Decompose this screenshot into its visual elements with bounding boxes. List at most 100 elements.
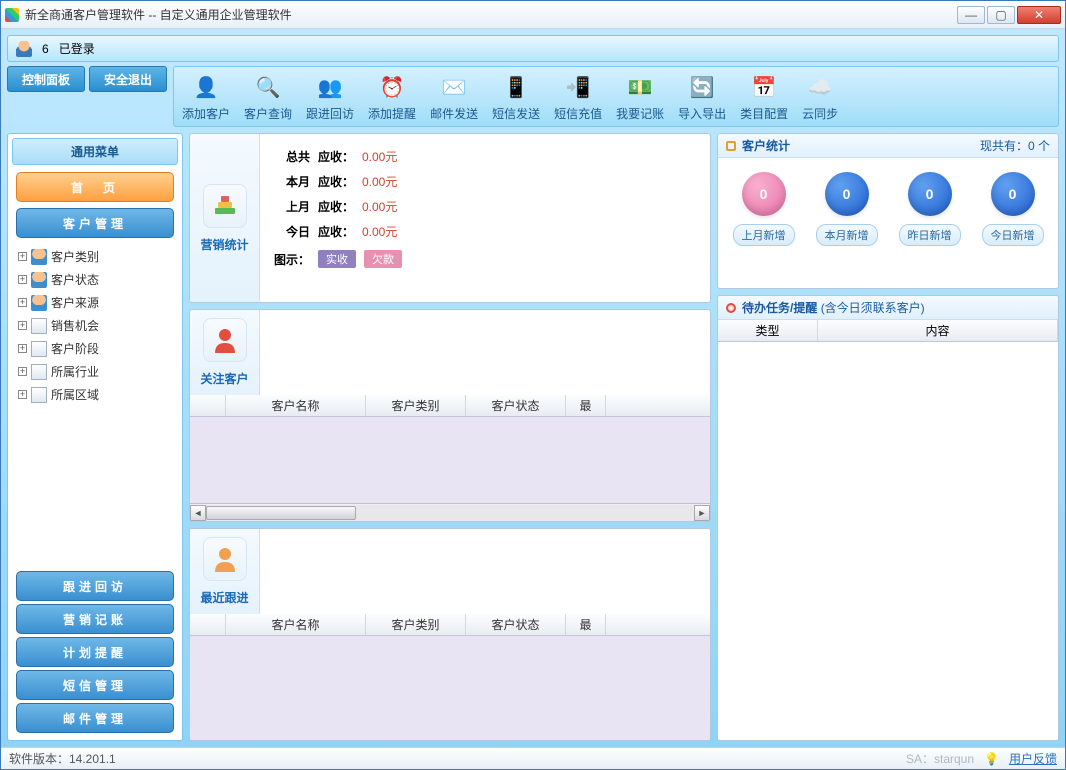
table-col-header[interactable]: 最 xyxy=(566,614,606,635)
login-count: 6 xyxy=(42,42,49,56)
recent-followup-icon xyxy=(203,537,247,581)
table-col-header[interactable]: 最 xyxy=(566,395,606,416)
recent-followup-panel: 最近跟进 客户名称客户类别客户状态最 xyxy=(189,528,711,741)
sidebar-bottom-menus: 跟进回访营销记账计划提醒短信管理邮件管理 xyxy=(12,568,178,736)
import-export-button[interactable]: 🔄导入导出 xyxy=(678,71,726,122)
cloud-sync-button[interactable]: ☁️云同步 xyxy=(802,71,838,122)
add-customer-button[interactable]: 👤添加客户 xyxy=(182,71,230,122)
bookkeeping-button[interactable]: 💵我要记账 xyxy=(616,71,664,122)
expand-icon[interactable]: + xyxy=(18,275,27,284)
tree-item[interactable]: +客户类别 xyxy=(14,245,176,268)
window-title: 新全商通客户管理软件 -- 自定义通用企业管理软件 xyxy=(25,6,957,23)
sidebar-title: 通用菜单 xyxy=(12,138,178,165)
titlebar: 新全商通客户管理软件 -- 自定义通用企业管理软件 — ▢ ✕ xyxy=(1,1,1065,29)
home-button[interactable]: 首 页 xyxy=(16,172,174,202)
statusbar: 软件版本：14.201.1 SA：starqun 💡 用户反馈 xyxy=(1,747,1065,769)
category-config-icon: 📅 xyxy=(748,71,780,103)
customer-stats-title: 客户统计 xyxy=(742,137,974,154)
bulb-icon: 💡 xyxy=(984,752,999,766)
minimize-button[interactable]: — xyxy=(957,6,985,24)
sales-stats-panel: 营销统计 总共应收：0.00元本月应收：0.00元上月应收：0.00元今日应收：… xyxy=(189,133,711,303)
login-status: 已登录 xyxy=(59,40,95,57)
sidebar-menu-button[interactable]: 邮件管理 xyxy=(16,703,174,733)
expand-icon[interactable]: + xyxy=(18,321,27,330)
tree-icon xyxy=(31,272,47,288)
expand-icon[interactable]: + xyxy=(18,344,27,353)
sidebar-tree: +客户类别+客户状态+客户来源+销售机会+客户阶段+所属行业+所属区域 xyxy=(12,241,178,568)
table-col-header[interactable]: 客户状态 xyxy=(466,614,566,635)
table-col-header[interactable]: 客户类别 xyxy=(366,614,466,635)
stat-circle-item[interactable]: 0上月新增 xyxy=(733,172,795,246)
maximize-button[interactable]: ▢ xyxy=(987,6,1015,24)
stat-circle-label: 本月新增 xyxy=(816,224,878,246)
close-button[interactable]: ✕ xyxy=(1017,6,1061,24)
tree-icon xyxy=(31,364,47,380)
tree-item[interactable]: +所属行业 xyxy=(14,360,176,383)
app-icon xyxy=(5,8,19,22)
email-send-icon: ✉️ xyxy=(438,71,470,103)
tree-item[interactable]: +所属区域 xyxy=(14,383,176,406)
cloud-sync-icon: ☁️ xyxy=(804,71,836,103)
tree-item[interactable]: +客户状态 xyxy=(14,268,176,291)
followup-button[interactable]: 👥跟进回访 xyxy=(306,71,354,122)
user-icon xyxy=(16,41,32,57)
tasks-col-type: 类型 xyxy=(718,320,818,341)
stat-circle: 0 xyxy=(908,172,952,216)
safe-exit-button[interactable]: 安全退出 xyxy=(89,66,167,92)
stat-circle-item[interactable]: 0本月新增 xyxy=(816,172,878,246)
tasks-title: 待办任务/提醒 (含今日须联系客户) xyxy=(742,299,1050,316)
email-send-button[interactable]: ✉️邮件发送 xyxy=(430,71,478,122)
table-col-header[interactable]: 客户名称 xyxy=(226,614,366,635)
table-col-header[interactable]: 客户名称 xyxy=(226,395,366,416)
tree-item[interactable]: +客户来源 xyxy=(14,291,176,314)
sa-label: SA：starqun xyxy=(906,750,974,767)
table-col-header[interactable]: 客户类别 xyxy=(366,395,466,416)
tasks-table-body[interactable] xyxy=(718,342,1058,740)
focus-hscroll[interactable]: ◄ ► xyxy=(190,503,710,521)
tasks-col-content: 内容 xyxy=(818,320,1058,341)
stat-circle-item[interactable]: 0今日新增 xyxy=(982,172,1044,246)
scroll-left-button[interactable]: ◄ xyxy=(190,505,206,521)
category-config-button[interactable]: 📅类目配置 xyxy=(740,71,788,122)
add-reminder-button[interactable]: ⏰添加提醒 xyxy=(368,71,416,122)
control-panel-button[interactable]: 控制面板 xyxy=(7,66,85,92)
expand-icon[interactable]: + xyxy=(18,390,27,399)
customer-mgmt-button[interactable]: 客户管理 xyxy=(16,208,174,238)
legend-owe: 欠款 xyxy=(364,250,402,268)
customer-search-button[interactable]: 🔍客户查询 xyxy=(244,71,292,122)
sidebar-menu-button[interactable]: 计划提醒 xyxy=(16,637,174,667)
scroll-right-button[interactable]: ► xyxy=(694,505,710,521)
scroll-thumb[interactable] xyxy=(206,506,356,520)
sidebar-menu-button[interactable]: 营销记账 xyxy=(16,604,174,634)
tree-item[interactable]: +销售机会 xyxy=(14,314,176,337)
feedback-link[interactable]: 用户反馈 xyxy=(1009,750,1057,767)
focus-table-header: 客户名称客户类别客户状态最 xyxy=(190,395,710,417)
sales-stats-label: 营销统计 xyxy=(200,236,248,253)
stat-circle-item[interactable]: 0昨日新增 xyxy=(899,172,961,246)
sidebar: 通用菜单 首 页 客户管理 +客户类别+客户状态+客户来源+销售机会+客户阶段+… xyxy=(7,133,183,741)
expand-icon[interactable]: + xyxy=(18,367,27,376)
sms-send-button[interactable]: 📱短信发送 xyxy=(492,71,540,122)
focus-table-body[interactable] xyxy=(190,417,710,503)
tasks-table-header: 类型 内容 xyxy=(718,320,1058,342)
stat-circle: 0 xyxy=(742,172,786,216)
table-col-header[interactable] xyxy=(190,614,226,635)
stats-head-icon xyxy=(726,141,736,151)
table-col-header[interactable]: 客户状态 xyxy=(466,395,566,416)
sales-stats-icon xyxy=(203,184,247,228)
recent-table-body[interactable] xyxy=(190,636,710,740)
tree-icon xyxy=(31,387,47,403)
customer-stats-panel: 客户统计 现共有：0 个 0上月新增0本月新增0昨日新增0今日新增 xyxy=(717,133,1059,289)
tree-item[interactable]: +客户阶段 xyxy=(14,337,176,360)
tree-icon xyxy=(31,318,47,334)
bookkeeping-icon: 💵 xyxy=(624,71,656,103)
expand-icon[interactable]: + xyxy=(18,298,27,307)
expand-icon[interactable]: + xyxy=(18,252,27,261)
focus-customer-icon xyxy=(203,318,247,362)
sidebar-menu-button[interactable]: 短信管理 xyxy=(16,670,174,700)
login-status-bar: 6 已登录 xyxy=(7,35,1059,62)
sidebar-menu-button[interactable]: 跟进回访 xyxy=(16,571,174,601)
import-export-icon: 🔄 xyxy=(686,71,718,103)
table-col-header[interactable] xyxy=(190,395,226,416)
sms-recharge-button[interactable]: 📲短信充值 xyxy=(554,71,602,122)
